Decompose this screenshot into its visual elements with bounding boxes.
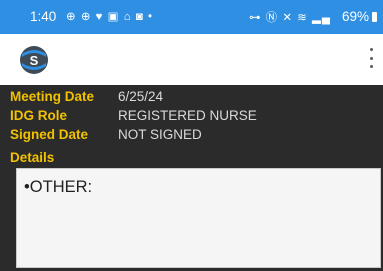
- meeting-date-value: 6/25/24: [118, 89, 164, 104]
- notification-icons: ⊕ ⊕ ♥ ▣ ⌂ ◙ •: [66, 11, 154, 23]
- details-text: •OTHER:: [24, 178, 93, 196]
- app-logo-icon: S: [20, 46, 48, 74]
- meeting-date-label: Meeting Date: [10, 89, 95, 104]
- battery-level: 69%: [341, 9, 369, 24]
- app-title-area: [101, 50, 225, 70]
- signed-date-value: NOT SIGNED: [118, 127, 202, 142]
- system-status-icons: ⊶ Ⓝ ✕ ≋ ▂▄: [248, 12, 331, 24]
- idg-role-label: IDG Role: [10, 108, 68, 123]
- info-panel: Meeting Date 6/25/24 IDG Role REGISTERED…: [0, 85, 383, 271]
- signed-date-label: Signed Date: [10, 127, 89, 142]
- status-bar: 1:40 ⊕ ⊕ ♥ ▣ ⌂ ◙ • ⊶ Ⓝ ✕ ≋ ▂▄ 69%: [0, 0, 383, 34]
- app-bar: S: [0, 34, 383, 85]
- svg-text:S: S: [30, 53, 39, 68]
- details-text-area[interactable]: •OTHER:: [16, 168, 381, 268]
- details-label: Details: [10, 150, 55, 165]
- status-time: 1:40: [30, 9, 57, 24]
- idg-role-value: REGISTERED NURSE: [118, 108, 257, 123]
- more-vertical-icon[interactable]: [367, 48, 375, 68]
- battery-icon: [372, 12, 377, 22]
